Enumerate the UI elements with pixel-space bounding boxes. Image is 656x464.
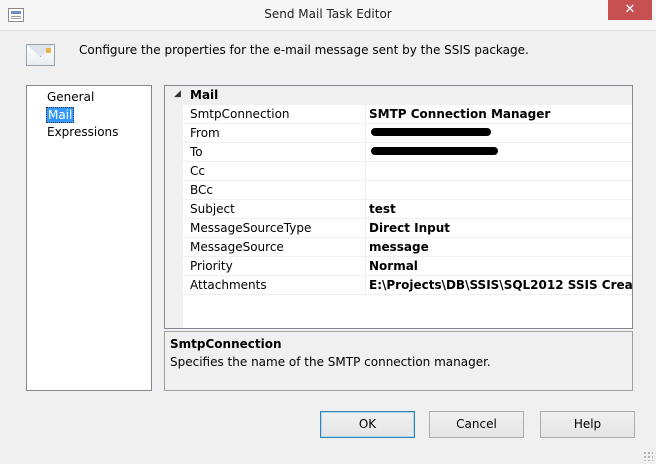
property-value[interactable]: SMTP Connection Manager — [367, 105, 632, 124]
property-name: To — [183, 143, 366, 162]
title-bar[interactable]: Send Mail Task Editor ✕ — [0, 0, 656, 31]
description-panel: SmtpConnection Specifies the name of the… — [164, 331, 633, 391]
redaction-mark — [371, 128, 491, 136]
nav-list: General Mail Expressions — [26, 85, 152, 391]
property-row-cc[interactable]: Cc — [183, 162, 632, 181]
close-button[interactable]: ✕ — [608, 0, 652, 20]
property-name: BCc — [183, 181, 366, 200]
property-row-messagesource[interactable]: MessageSource message — [183, 238, 632, 257]
property-name: MessageSource — [183, 238, 366, 257]
property-row-smtpconnection[interactable]: SmtpConnection SMTP Connection Manager — [183, 105, 632, 124]
property-row-subject[interactable]: Subject test — [183, 200, 632, 219]
property-value[interactable]: Normal — [367, 257, 632, 276]
property-row-messagesourcetype[interactable]: MessageSourceType Direct Input — [183, 219, 632, 238]
property-name: Attachments — [183, 276, 366, 295]
nav-item-general[interactable]: General — [46, 89, 95, 105]
property-row-bcc[interactable]: BCc — [183, 181, 632, 200]
property-row-attachments[interactable]: Attachments E:\Projects\DB\SSIS\SQL2012 … — [183, 276, 632, 295]
description-title: SmtpConnection — [170, 337, 282, 351]
resize-grip-icon[interactable] — [643, 451, 653, 461]
property-value-redacted[interactable] — [367, 143, 632, 162]
property-value[interactable] — [367, 162, 632, 181]
ok-button[interactable]: OK — [320, 411, 415, 438]
property-value[interactable]: test — [367, 200, 632, 219]
property-name: From — [183, 124, 366, 143]
property-name: Subject — [183, 200, 366, 219]
redaction-mark — [371, 147, 498, 155]
nav-item-mail[interactable]: Mail — [46, 107, 75, 123]
property-value[interactable]: E:\Projects\DB\SSIS\SQL2012 SSIS Create_… — [367, 276, 632, 295]
property-row-from[interactable]: From — [183, 124, 632, 143]
grid-gutter — [165, 105, 183, 328]
property-name: Cc — [183, 162, 366, 181]
help-button[interactable]: Help — [540, 411, 635, 438]
property-value[interactable]: message — [367, 238, 632, 257]
nav-item-expressions[interactable]: Expressions — [46, 124, 119, 140]
property-row-to[interactable]: To — [183, 143, 632, 162]
header-description: Configure the properties for the e-mail … — [79, 43, 529, 57]
collapse-triangle-icon[interactable]: ◢ — [174, 89, 181, 99]
property-name: Priority — [183, 257, 366, 276]
window-title: Send Mail Task Editor — [264, 7, 392, 21]
cancel-button[interactable]: Cancel — [429, 411, 524, 438]
category-label: Mail — [190, 88, 219, 102]
property-row-priority[interactable]: Priority Normal — [183, 257, 632, 276]
category-mail[interactable]: ◢ Mail — [165, 86, 632, 105]
description-text: Specifies the name of the SMTP connectio… — [170, 355, 491, 369]
property-value[interactable] — [367, 181, 632, 200]
property-name: MessageSourceType — [183, 219, 366, 238]
property-value-redacted[interactable] — [367, 124, 632, 143]
property-name: SmtpConnection — [183, 105, 366, 124]
property-grid: ◢ Mail SmtpConnection SMTP Connection Ma… — [164, 85, 633, 329]
mail-envelope-icon — [26, 44, 55, 66]
property-value[interactable]: Direct Input — [367, 219, 632, 238]
